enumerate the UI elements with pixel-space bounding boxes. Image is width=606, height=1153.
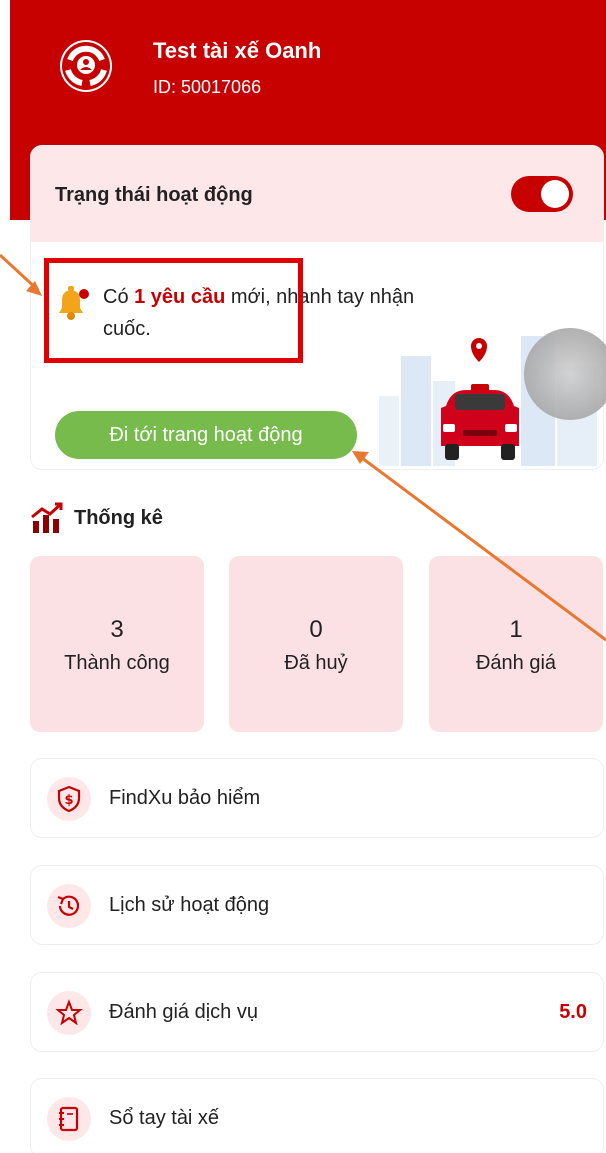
menu-item-service-rating[interactable]: Đánh giá dịch vụ 5.0 (30, 972, 604, 1052)
notebook-icon (47, 1097, 91, 1141)
svg-text:$: $ (64, 793, 73, 808)
menu-label: FindXu bảo hiểm (109, 787, 261, 809)
status-header: Trạng thái hoạt động (31, 146, 603, 242)
statistics-title: Thống kê (74, 506, 163, 529)
stat-value: 0 (309, 616, 323, 643)
star-icon (47, 991, 91, 1035)
stat-value: 1 (509, 616, 523, 643)
service-rating-value: 5.0 (559, 1001, 587, 1023)
driver-logo-icon (60, 40, 112, 92)
menu-item-history[interactable]: Lịch sử hoạt động (30, 865, 604, 945)
chart-trend-icon (31, 502, 63, 533)
menu-label: Đánh giá dịch vụ (109, 1001, 258, 1023)
stat-value: 3 (110, 616, 124, 643)
stat-rating[interactable]: 1 Đánh giá (429, 556, 603, 732)
stat-cancelled[interactable]: 0 Đã huỷ (229, 556, 403, 732)
menu-item-driver-handbook[interactable]: Sổ tay tài xế (30, 1078, 604, 1153)
stat-label: Thành công (64, 652, 170, 674)
toggle-knob (541, 180, 569, 208)
history-icon (47, 884, 91, 928)
status-toggle[interactable] (511, 176, 573, 212)
stat-label: Đã huỷ (284, 652, 348, 674)
stat-label: Đánh giá (475, 652, 557, 674)
status-label: Trạng thái hoạt động (55, 184, 253, 206)
driver-id: ID: 50017066 (153, 77, 262, 97)
menu-item-insurance[interactable]: $ FindXu bảo hiểm (30, 758, 604, 838)
menu-label: Sổ tay tài xế (109, 1107, 220, 1129)
stat-success[interactable]: 3 Thành công (30, 556, 204, 732)
statistics-section-title: Thống kê (30, 498, 163, 538)
menu-label: Lịch sử hoạt động (109, 894, 270, 916)
driver-name: Test tài xế Oanh (153, 38, 322, 63)
floating-assistive-button[interactable] (524, 328, 606, 420)
annotation-highlight-box (44, 258, 303, 363)
go-to-activity-button[interactable]: Đi tới trang hoạt động (55, 411, 357, 459)
shield-dollar-icon: $ (47, 777, 91, 821)
